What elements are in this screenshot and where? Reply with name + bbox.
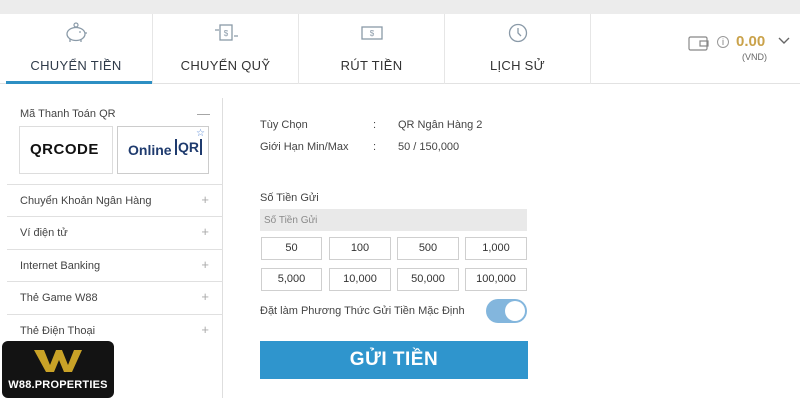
wallet-icon [688,36,709,51]
limit-value: 50 / 150,000 [398,141,460,153]
sidebar-item-e-wallet[interactable]: Ví điện tử + [7,216,223,248]
collapse-icon[interactable]: — [197,106,210,121]
amount-label: Số Tiền Gửi [260,192,319,204]
qrcode-option[interactable]: QRCODE [19,126,113,174]
top-strip [0,0,800,14]
wallet-balance[interactable]: i 0.00 (VND) [680,14,800,84]
sidebar-item-label: Ví điện tử [20,227,68,239]
online-qr-badge: QR [175,139,202,155]
tab-chuyen-tien[interactable]: CHUYỂN TIỀN [0,14,153,84]
expand-icon: + [201,257,209,272]
sidebar-item-internet-banking[interactable]: Internet Banking + [7,249,223,281]
sidebar-item-label: Chuyển Khoản Ngân Hàng [20,195,152,207]
history-clock-icon [508,23,527,43]
tab-label: CHUYỂN QUỸ [180,58,271,73]
active-tab-underline [6,81,152,84]
quick-amount-button[interactable]: 100,000 [465,268,527,291]
separator: : [373,119,377,131]
separator: : [373,141,377,153]
piggy-bank-icon [66,22,87,42]
brand-name: W88.PROPERTIES [8,379,108,391]
tab-label: CHUYỂN TIỀN [30,58,122,73]
qr-section-title: Mã Thanh Toán QR [20,108,116,120]
svg-text:$: $ [223,29,228,38]
online-qr-text: Online [128,142,172,158]
tab-chuyen-quy[interactable]: $ CHUYỂN QUỸ [153,14,299,84]
default-method-label: Đặt làm Phương Thức Gửi Tiền Mặc Định [260,305,465,317]
svg-text:$: $ [369,29,374,38]
tab-lich-su[interactable]: LỊCH SỬ [445,14,591,84]
sidebar-item-label: Internet Banking [20,260,101,272]
star-icon: ☆ [196,128,205,139]
online-qr-option[interactable]: Online QR ☆ [117,126,209,174]
expand-icon: + [201,224,209,239]
quick-amount-button[interactable]: 500 [397,237,459,260]
option-value: QR Ngân Hàng 2 [398,119,483,131]
quick-amount-button[interactable]: 100 [329,237,391,260]
sidebar-item-bank-transfer[interactable]: Chuyển Khoản Ngân Hàng + [7,184,223,216]
balance-amount: 0.00 [736,33,766,50]
toggle-knob [505,301,525,321]
quick-amount-button[interactable]: 50,000 [397,268,459,291]
default-method-toggle[interactable] [486,299,527,323]
quick-amount-button[interactable]: 5,000 [261,268,322,291]
tab-label: LỊCH SỬ [489,58,546,73]
quick-amount-button[interactable]: 50 [261,237,322,260]
deposit-submit-button[interactable]: GỬI TIỀN [260,341,528,379]
limit-label: Giới Hạn Min/Max [260,141,349,153]
chevron-down-icon[interactable] [778,36,790,46]
tab-label: RÚT TIỀN [340,58,403,73]
sidebar-item-label: Thẻ Điện Thoại [20,325,96,337]
w88-logo-mark [34,350,82,372]
expand-icon: + [201,322,209,337]
expand-icon: + [201,192,209,207]
expand-icon: + [201,289,209,304]
tab-rut-tien[interactable]: $ RÚT TIỀN [299,14,445,84]
sidebar-item-game-card[interactable]: Thẻ Game W88 + [7,281,223,313]
qrcode-option-label: QRCODE [30,141,99,158]
w88-logo: W88.PROPERTIES [2,341,114,398]
quick-amount-button[interactable]: 1,000 [465,237,527,260]
quick-amount-button[interactable]: 10,000 [329,268,391,291]
transfer-funds-icon: $ [214,24,238,41]
sidebar-item-label: Thẻ Game W88 [20,292,98,304]
balance-currency: (VND) [742,52,767,62]
withdraw-cash-icon: $ [360,26,383,40]
info-icon[interactable]: i [717,36,729,48]
amount-input[interactable] [260,209,527,231]
option-label: Tùy Chọn [260,119,308,131]
